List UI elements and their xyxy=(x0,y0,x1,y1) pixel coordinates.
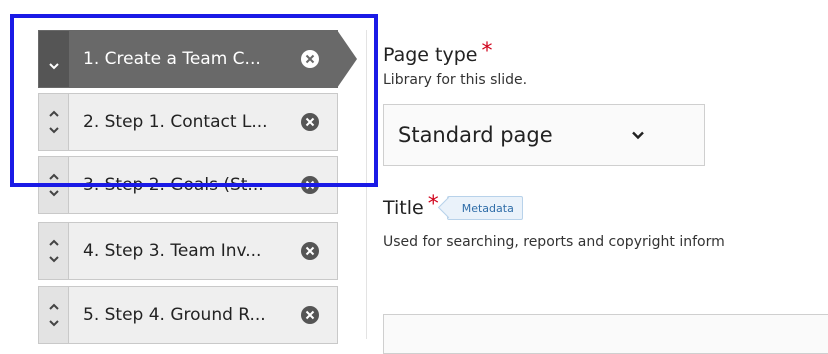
reorder-arrows xyxy=(39,31,69,87)
move-down-button[interactable] xyxy=(46,185,62,201)
step-item-5[interactable]: 5. Step 4. Ground R... xyxy=(38,286,338,344)
move-down-button[interactable] xyxy=(46,58,62,74)
title-label: Title xyxy=(383,197,424,219)
reorder-arrows xyxy=(39,94,69,150)
chevron-down-icon xyxy=(48,127,59,134)
step-item-1[interactable]: 1. Create a Team C... xyxy=(38,30,357,88)
panel-divider xyxy=(366,30,367,339)
close-circle-icon xyxy=(301,113,319,131)
close-circle-icon xyxy=(301,176,319,194)
required-marker: * xyxy=(481,39,493,64)
reorder-arrows xyxy=(39,157,69,213)
step-item-3[interactable]: 3. Step 2. Goals (St... xyxy=(38,156,338,214)
chevron-down-icon xyxy=(631,131,644,140)
slide-settings-form: Page type * Library for this slide. Stan… xyxy=(383,39,828,354)
move-up-button[interactable] xyxy=(46,169,62,185)
metadata-badge: Metadata xyxy=(446,196,523,220)
required-marker: * xyxy=(427,192,439,217)
step-label: 2. Step 1. Contact L... xyxy=(83,112,268,132)
page-type-help: Library for this slide. xyxy=(383,72,528,88)
chevron-down-icon xyxy=(48,256,59,263)
move-down-button[interactable] xyxy=(46,251,62,267)
step-label: 4. Step 3. Team Inv... xyxy=(83,241,262,261)
step-item-4[interactable]: 4. Step 3. Team Inv... xyxy=(38,222,338,280)
step-label: 1. Create a Team C... xyxy=(83,49,261,69)
reorder-arrows xyxy=(39,223,69,279)
page-type-heading: Page type * xyxy=(383,39,828,67)
move-down-button[interactable] xyxy=(46,122,62,138)
remove-step-button[interactable] xyxy=(299,48,321,70)
step-label: 3. Step 2. Goals (St... xyxy=(83,175,264,195)
step-label: 5. Step 4. Ground R... xyxy=(83,305,266,325)
chevron-down-icon xyxy=(48,190,59,197)
remove-step-button[interactable] xyxy=(299,304,321,326)
close-circle-icon xyxy=(301,242,319,260)
chevron-up-icon xyxy=(48,303,59,310)
title-input[interactable] xyxy=(383,314,828,354)
chevron-up-icon xyxy=(48,173,59,180)
move-up-button[interactable] xyxy=(46,299,62,315)
chevron-down-icon xyxy=(48,63,59,70)
move-up-button[interactable] xyxy=(46,106,62,122)
remove-step-button[interactable] xyxy=(299,111,321,133)
step-item-2[interactable]: 2. Step 1. Contact L... xyxy=(38,93,338,151)
page-type-label: Page type xyxy=(383,44,478,66)
remove-step-button[interactable] xyxy=(299,174,321,196)
page-type-select[interactable]: Standard page xyxy=(383,104,705,166)
title-help: Used for searching, reports and copyrigh… xyxy=(383,234,725,250)
close-circle-icon xyxy=(301,306,319,324)
move-down-button[interactable] xyxy=(46,315,62,331)
title-heading: Title * Metadata xyxy=(383,192,828,220)
page-type-selected-value: Standard page xyxy=(398,123,553,147)
reorder-arrows xyxy=(39,287,69,343)
move-up-button[interactable] xyxy=(46,235,62,251)
chevron-down-icon xyxy=(48,320,59,327)
remove-step-button[interactable] xyxy=(299,240,321,262)
close-circle-icon xyxy=(301,50,319,68)
chevron-up-icon xyxy=(48,110,59,117)
chevron-up-icon xyxy=(48,239,59,246)
